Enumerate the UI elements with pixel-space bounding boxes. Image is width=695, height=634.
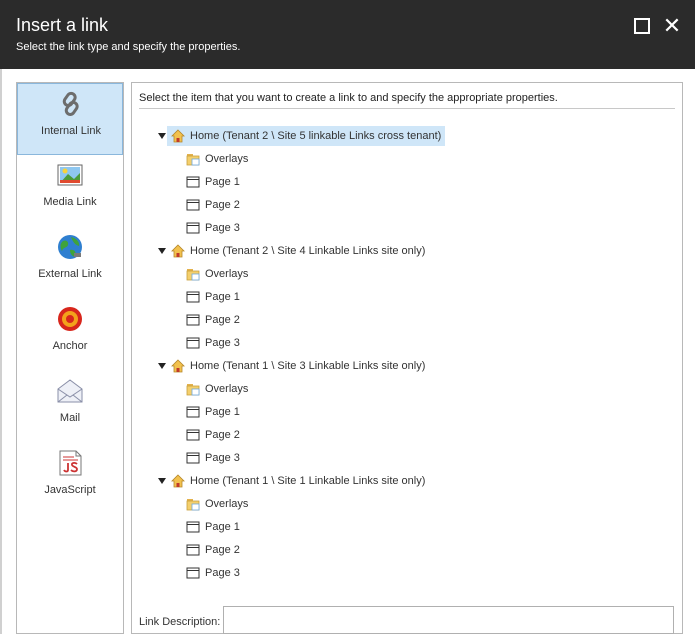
tree-node-page[interactable]: Page 1 <box>186 287 240 307</box>
sidebar-item-media-link[interactable]: Media Link <box>17 155 123 227</box>
tree-node-label: Page 3 <box>205 567 240 579</box>
link-type-sidebar: Internal Link Media Link External Link A… <box>16 82 124 634</box>
page-icon <box>186 544 200 556</box>
link-description-input[interactable] <box>223 606 674 634</box>
page-icon <box>186 429 200 441</box>
home-icon <box>171 359 185 373</box>
tree-node-label: Page 1 <box>205 406 240 418</box>
divider <box>139 108 675 109</box>
tree-node-home[interactable]: Home (Tenant 2 \ Site 4 Linkable Links s… <box>167 241 429 261</box>
tree-node-label: Page 2 <box>205 544 240 556</box>
sidebar-item-external-link[interactable]: External Link <box>17 227 123 299</box>
sidebar-item-label: JavaScript <box>44 484 96 496</box>
maximize-button[interactable] <box>632 16 652 36</box>
tree-node-home[interactable]: Home (Tenant 1 \ Site 3 Linkable Links s… <box>167 356 429 376</box>
tree-node-label: Overlays <box>205 153 249 165</box>
tree-node-label: Home (Tenant 2 \ Site 4 Linkable Links s… <box>190 245 426 257</box>
maximize-icon <box>634 18 650 34</box>
folder-icon <box>186 154 200 166</box>
tree-node-label: Home (Tenant 2 \ Site 5 linkable Links c… <box>190 130 442 142</box>
tree-node-page[interactable]: Page 1 <box>186 402 240 422</box>
envelope-icon <box>57 379 83 403</box>
tree-node-page[interactable]: Page 1 <box>186 172 240 192</box>
image-icon <box>57 164 83 186</box>
tree-node-label: Page 2 <box>205 314 240 326</box>
sidebar-item-javascript[interactable]: JavaScript <box>17 443 123 515</box>
close-button[interactable]: ✕ <box>662 13 682 38</box>
tree-node-label: Home (Tenant 1 \ Site 3 Linkable Links s… <box>190 360 426 372</box>
home-icon <box>171 474 185 488</box>
sidebar-item-mail[interactable]: Mail <box>17 371 123 443</box>
page-icon <box>186 291 200 303</box>
tree-node-label: Overlays <box>205 498 249 510</box>
tree-node-folder[interactable]: Overlays <box>186 379 248 399</box>
globe-icon <box>58 235 82 259</box>
sidebar-item-label: Internal Link <box>41 125 101 137</box>
tree-node-home[interactable]: Home (Tenant 1 \ Site 1 Linkable Links s… <box>167 471 429 491</box>
tree-node-label: Page 2 <box>205 429 240 441</box>
link-properties-panel: Select the item that you want to create … <box>131 82 683 634</box>
tree-node-folder[interactable]: Overlays <box>186 264 248 284</box>
tree-node-page[interactable]: Page 2 <box>186 195 240 215</box>
page-icon <box>186 199 200 211</box>
dialog-subtitle: Select the link type and specify the pro… <box>16 41 241 53</box>
collapse-toggle-icon[interactable] <box>158 363 166 369</box>
tree-node-label: Home (Tenant 1 \ Site 1 Linkable Links s… <box>190 475 426 487</box>
tree-node-label: Page 3 <box>205 337 240 349</box>
tree-node-page[interactable]: Page 3 <box>186 333 240 353</box>
tree-node-label: Page 3 <box>205 452 240 464</box>
tree-node-label: Page 2 <box>205 199 240 211</box>
tree-node-page[interactable]: Page 2 <box>186 310 240 330</box>
page-icon <box>186 222 200 234</box>
tree-node-home[interactable]: Home (Tenant 2 \ Site 5 linkable Links c… <box>167 126 446 146</box>
home-icon <box>171 244 185 258</box>
tree-node-label: Page 1 <box>205 176 240 188</box>
page-icon <box>186 314 200 326</box>
collapse-toggle-icon[interactable] <box>158 248 166 254</box>
page-icon <box>186 337 200 349</box>
folder-icon <box>186 499 200 511</box>
page-icon <box>186 567 200 579</box>
sidebar-item-anchor[interactable]: Anchor <box>17 299 123 371</box>
javascript-icon <box>59 450 82 476</box>
anchor-target-icon <box>58 307 82 331</box>
tree-node-label: Overlays <box>205 383 249 395</box>
tree-node-page[interactable]: Page 2 <box>186 540 240 560</box>
tree-node-page[interactable]: Page 1 <box>186 517 240 537</box>
link-description-label: Link Description: <box>139 616 221 628</box>
tree-node-label: Overlays <box>205 268 249 280</box>
instructions-text: Select the item that you want to create … <box>139 92 558 104</box>
close-icon: ✕ <box>662 13 682 38</box>
tree-node-label: Page 1 <box>205 521 240 533</box>
page-icon <box>186 406 200 418</box>
sidebar-item-internal-link[interactable]: Internal Link <box>17 83 123 155</box>
tree-node-folder[interactable]: Overlays <box>186 494 248 514</box>
tree-node-label: Page 3 <box>205 222 240 234</box>
dialog-title: Insert a link <box>16 15 109 35</box>
tree-node-page[interactable]: Page 3 <box>186 448 240 468</box>
tree-node-page[interactable]: Page 3 <box>186 218 240 238</box>
page-icon <box>186 521 200 533</box>
page-icon <box>186 176 200 188</box>
sidebar-item-label: Mail <box>59 412 81 424</box>
folder-icon <box>186 384 200 396</box>
tree-node-page[interactable]: Page 3 <box>186 563 240 583</box>
folder-icon <box>186 269 200 281</box>
collapse-toggle-icon[interactable] <box>158 478 166 484</box>
collapse-toggle-icon[interactable] <box>158 133 166 139</box>
chain-link-icon <box>62 91 79 116</box>
tree-node-page[interactable]: Page 2 <box>186 425 240 445</box>
tree-node-label: Page 1 <box>205 291 240 303</box>
window-edge <box>0 69 2 634</box>
sidebar-item-label: Anchor <box>52 340 88 352</box>
sidebar-item-label: Media Link <box>43 196 97 208</box>
dialog-titlebar: Insert a link Select the link type and s… <box>0 0 695 69</box>
page-icon <box>186 452 200 464</box>
tree-node-folder[interactable]: Overlays <box>186 149 248 169</box>
sidebar-item-label: External Link <box>38 268 102 280</box>
home-icon <box>171 129 185 143</box>
